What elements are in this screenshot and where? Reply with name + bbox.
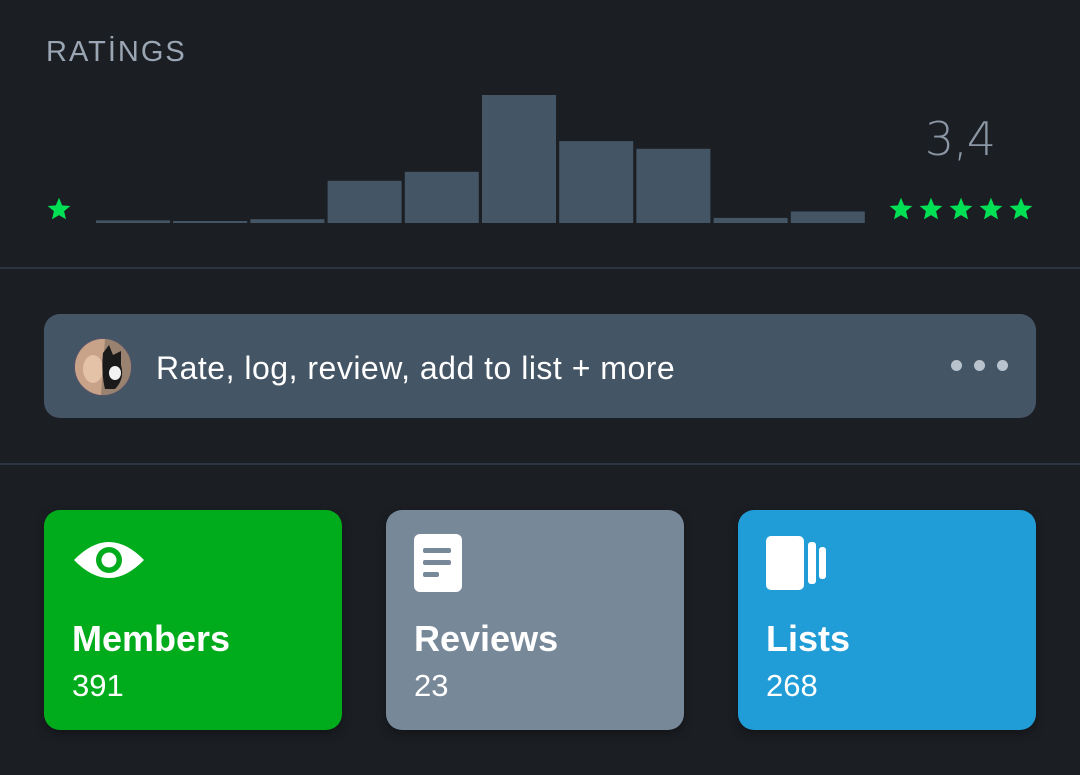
divider xyxy=(0,267,1080,269)
more-dots-icon[interactable] xyxy=(951,360,1008,371)
star-icon xyxy=(889,197,913,220)
members-count: 391 xyxy=(72,668,124,703)
members-label: Members xyxy=(72,618,231,659)
lists-count: 268 xyxy=(766,668,818,703)
user-avatar xyxy=(74,338,132,396)
action-bar-button[interactable]: Rate, log, review, add to list + more xyxy=(44,314,1036,418)
reviews-card[interactable]: Reviews 23 xyxy=(386,510,684,730)
reviews-label: Reviews xyxy=(414,618,559,659)
eye-icon xyxy=(74,542,144,578)
star-icon xyxy=(949,197,973,220)
histogram-bar[interactable] xyxy=(96,220,170,223)
histogram-bar[interactable] xyxy=(327,180,402,223)
average-rating: 3,4 xyxy=(924,112,996,166)
histogram-bar[interactable] xyxy=(790,211,865,224)
histogram-bar[interactable] xyxy=(250,219,325,223)
star-icon xyxy=(979,197,1003,220)
members-card[interactable]: Members 391 xyxy=(44,510,342,730)
star-icon xyxy=(1009,197,1033,220)
lists-icon xyxy=(766,536,826,590)
star-icon xyxy=(919,197,943,220)
histogram-bar[interactable] xyxy=(404,171,479,223)
lists-label: Lists xyxy=(766,618,851,659)
document-icon xyxy=(414,534,462,592)
five-stars xyxy=(888,196,1034,222)
reviews-count: 23 xyxy=(414,668,449,703)
histogram-bar[interactable] xyxy=(482,95,556,223)
single-star-icon xyxy=(47,197,71,220)
histogram-bar[interactable] xyxy=(559,141,634,223)
histogram-bar[interactable] xyxy=(636,148,711,223)
divider xyxy=(0,463,1080,465)
action-bar-label: Rate, log, review, add to list + more xyxy=(156,350,676,386)
histogram-bar[interactable] xyxy=(713,217,788,223)
histogram-bar[interactable] xyxy=(173,221,248,223)
lists-card[interactable]: Lists 268 xyxy=(738,510,1036,730)
